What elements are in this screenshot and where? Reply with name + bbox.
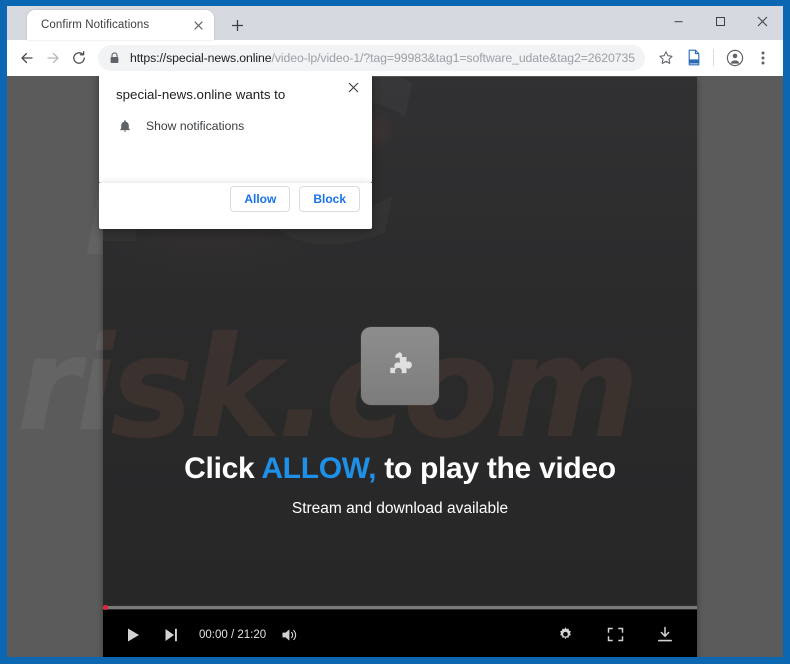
dialog-close-icon[interactable] <box>344 78 362 96</box>
headline-allow-highlight: ALLOW, <box>261 452 377 485</box>
video-controls-right <box>551 621 679 649</box>
browser-window: Confirm Notifications https://special-ne… <box>7 6 783 657</box>
video-controls: 00:00 / 21:20 <box>103 610 697 657</box>
dialog-title: special-news.online wants to <box>116 87 286 102</box>
video-subline: Stream and download available <box>291 500 509 517</box>
star-icon[interactable] <box>653 45 679 71</box>
headline-suffix: to play the video <box>376 452 616 485</box>
reload-icon[interactable] <box>66 45 92 71</box>
block-button[interactable]: Block <box>299 186 360 212</box>
maximize-button[interactable] <box>699 6 741 37</box>
gear-icon[interactable] <box>551 621 579 649</box>
allow-button[interactable]: Allow <box>230 186 291 212</box>
video-time-display: 00:00 / 21:20 <box>199 628 267 641</box>
url-host: https://special-news.online <box>130 50 272 65</box>
browser-toolbar: https://special-news.online/video-lp/vid… <box>7 40 783 76</box>
window-controls <box>657 6 783 37</box>
video-progress-track[interactable] <box>103 604 697 610</box>
three-dots-menu-icon[interactable] <box>750 45 776 71</box>
forward-arrow-icon[interactable] <box>40 45 66 71</box>
lock-icon <box>103 47 125 69</box>
toolbar-divider <box>713 49 714 66</box>
video-progress-handle[interactable] <box>103 604 108 610</box>
dialog-permission-row: Show notifications <box>116 117 357 135</box>
tab-close-icon[interactable] <box>190 17 206 33</box>
url-path: /video-lp/video-1/?tag=99983&tag1=softwa… <box>271 50 635 65</box>
screenshot-frame: Confirm Notifications https://special-ne… <box>0 0 790 664</box>
download-icon[interactable] <box>651 621 679 649</box>
address-bar-url: https://special-news.online/video-lp/vid… <box>130 51 635 65</box>
tab-strip: Confirm Notifications <box>7 6 783 40</box>
dialog-permission-label: Show notifications <box>146 119 245 133</box>
profile-avatar-icon[interactable] <box>722 45 748 71</box>
close-window-button[interactable] <box>741 6 783 37</box>
puzzle-piece-icon <box>361 327 439 405</box>
volume-icon[interactable] <box>276 621 304 649</box>
notification-permission-dialog: special-news.online wants to Show notifi… <box>99 76 372 229</box>
back-arrow-icon[interactable] <box>14 45 40 71</box>
new-tab-button[interactable] <box>223 11 251 39</box>
dialog-actions: Allow Block <box>230 186 360 212</box>
bell-icon <box>116 117 134 135</box>
page-viewport: PC risk.com PC risk.com Click ALLOW, to … <box>7 76 783 657</box>
address-bar[interactable]: https://special-news.online/video-lp/vid… <box>98 44 645 71</box>
pdf-document-icon[interactable] <box>681 45 707 71</box>
headline-prefix: Click <box>184 452 262 485</box>
next-track-icon[interactable] <box>157 621 185 649</box>
fullscreen-icon[interactable] <box>601 621 629 649</box>
tab-confirm-notifications[interactable]: Confirm Notifications <box>27 10 214 40</box>
minimize-button[interactable] <box>657 6 699 37</box>
play-icon[interactable] <box>119 621 147 649</box>
video-headline: Click ALLOW, to play the video <box>184 452 616 486</box>
tab-title: Confirm Notifications <box>41 19 150 31</box>
